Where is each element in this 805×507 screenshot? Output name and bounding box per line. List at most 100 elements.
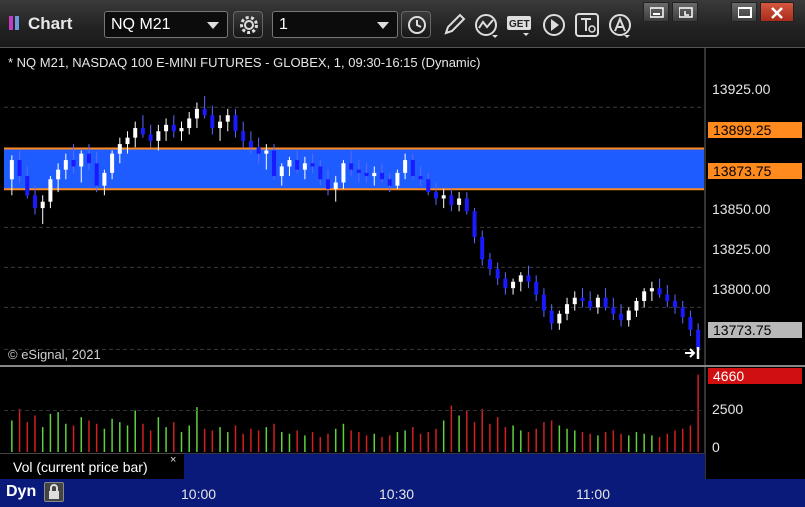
candle-body [464, 198, 469, 212]
candle-body [503, 278, 508, 289]
candle-body [364, 172, 369, 177]
price-label: 13800.00 [712, 281, 771, 297]
candle-body [117, 144, 122, 154]
candle-body [642, 291, 647, 301]
candle-body [32, 195, 37, 209]
candle-body [233, 115, 238, 132]
time-label: 10:30 [379, 486, 415, 502]
volume-study-label: Vol (current price bar) [0, 453, 184, 479]
candle-body [649, 288, 654, 292]
candle-body [549, 310, 554, 324]
candle-body [302, 163, 307, 170]
candle-body [110, 153, 115, 173]
candle-body [372, 172, 377, 177]
candle-body [156, 131, 161, 141]
candle-body [603, 297, 608, 308]
goto-end-button[interactable] [684, 346, 702, 360]
candle-body [565, 304, 570, 314]
candle-body [595, 297, 600, 308]
price-label: 13925.00 [712, 81, 771, 97]
candle-body [210, 115, 215, 129]
candle-body [56, 169, 61, 180]
volume-scale-label: 2500 [712, 401, 744, 417]
dynamic-mode-label[interactable]: Dyn [6, 483, 36, 501]
candle-body [511, 281, 516, 289]
candle-body [171, 124, 176, 132]
candle-body [310, 163, 315, 167]
arrow-to-end-icon [685, 347, 700, 359]
candle-body [326, 179, 331, 189]
candle-body [9, 160, 14, 180]
candle-body [17, 160, 22, 177]
candle-body [318, 166, 323, 180]
candle-body [40, 201, 45, 209]
time-label: 11:00 [576, 486, 610, 502]
candle-body [541, 294, 546, 311]
candle-body [125, 137, 130, 145]
candle-body [187, 118, 192, 129]
candle-body [449, 195, 454, 205]
time-label: 10:00 [181, 486, 217, 502]
candle-body [688, 316, 693, 330]
candle-body [457, 198, 462, 205]
candle-body [341, 163, 346, 183]
candle-body [356, 169, 361, 173]
price-label: 13850.00 [712, 201, 771, 217]
volume-label-strip [184, 453, 705, 479]
candle-body [287, 160, 292, 167]
candle-body [102, 172, 107, 186]
candle-body [133, 128, 138, 138]
copyright-label: © eSignal, 2021 [8, 347, 101, 362]
candle-body [79, 153, 84, 167]
candle-body [148, 134, 153, 141]
volume-current-tag: 4660 [708, 368, 802, 384]
candle-body [225, 115, 230, 122]
candle-body [673, 300, 678, 308]
close-study-icon[interactable]: × [170, 454, 176, 466]
band-low-tag: 13873.75 [708, 163, 802, 179]
candle-body [487, 259, 492, 269]
candle-body [272, 150, 277, 177]
candle-body [218, 121, 223, 129]
candle-body [495, 268, 500, 279]
candle-body [480, 236, 485, 260]
candle-body [410, 160, 415, 177]
candle-body [164, 124, 169, 132]
candle-body [86, 153, 91, 164]
candle-body [387, 179, 392, 186]
candle-body [626, 310, 631, 321]
candle-body [418, 176, 423, 180]
candle-body [264, 150, 269, 154]
candle-body [379, 172, 384, 180]
price-chart[interactable] [0, 0, 805, 507]
candle-body [25, 176, 30, 196]
candle-body [248, 140, 253, 148]
candle-body [63, 160, 68, 170]
candle-body [665, 294, 670, 301]
time-axis[interactable]: Dyn 10:00 10:30 11:00 [0, 479, 805, 507]
price-band[interactable] [4, 148, 704, 190]
candle-body [680, 307, 685, 317]
candle-body [526, 275, 531, 282]
candle-body [71, 160, 76, 167]
candle-body [557, 313, 562, 324]
volume-study-name: Vol (current price bar) [13, 459, 148, 475]
candle-body [518, 275, 523, 282]
price-label: 13825.00 [712, 241, 771, 257]
candle-body [426, 179, 431, 193]
candle-body [94, 163, 99, 186]
price-pane [0, 48, 705, 365]
candle-body [202, 108, 207, 116]
candle-body [403, 160, 408, 173]
chart-header: * NQ M21, NASDAQ 100 E-MINI FUTURES - GL… [8, 55, 481, 70]
candle-body [333, 182, 338, 189]
candle-body [395, 172, 400, 186]
candle-body [140, 128, 145, 135]
candle-body [194, 108, 199, 119]
candle-body [441, 195, 446, 199]
candle-body [48, 179, 53, 202]
volume-scale-label: 0 [712, 439, 720, 455]
candle-body [580, 297, 585, 301]
lock-button[interactable] [44, 482, 64, 502]
candle-body [657, 288, 662, 295]
